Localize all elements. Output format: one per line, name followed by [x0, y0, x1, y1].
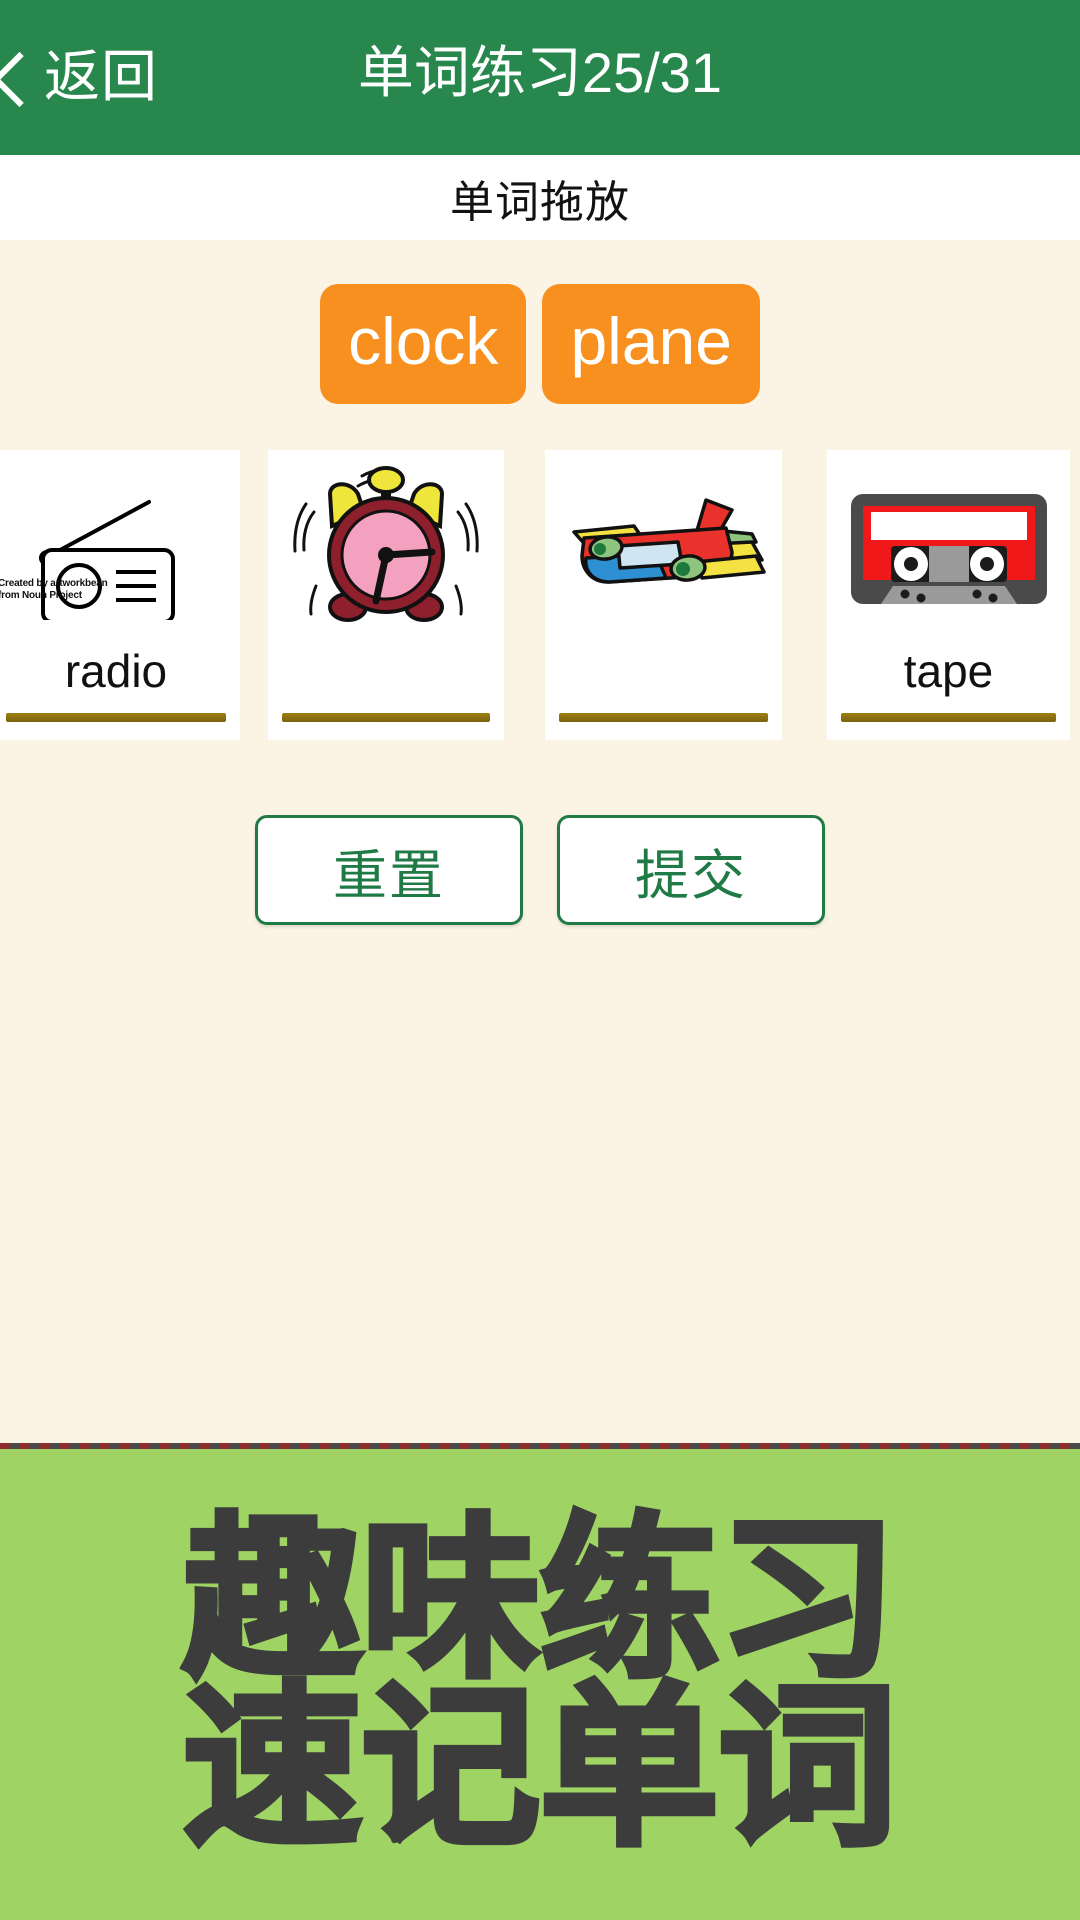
- word-tray: clock plane: [0, 284, 1080, 404]
- drop-slot-bar[interactable]: [6, 713, 226, 722]
- promo-banner-line-2: 速记单词: [180, 1666, 900, 1870]
- chevron-left-icon: [0, 56, 30, 98]
- submit-button[interactable]: 提交: [557, 815, 825, 925]
- drop-slot-bar[interactable]: [841, 713, 1056, 722]
- drop-slot-answer[interactable]: radio: [0, 648, 240, 700]
- action-bar: 重置 提交: [0, 815, 1080, 925]
- attribution-line-2: from Noun Project: [0, 589, 82, 601]
- back-button[interactable]: 返回: [0, 18, 158, 136]
- exercise-mode-label: 单词拖放: [450, 177, 630, 227]
- drop-slot-bar[interactable]: [282, 713, 490, 722]
- word-tile-clock[interactable]: clock: [320, 284, 527, 404]
- picture-card-radio[interactable]: Created by artworkbean from Noun Project…: [0, 450, 240, 740]
- promo-banner-line-1: 趣味练习: [180, 1498, 900, 1702]
- drop-slot-bar[interactable]: [559, 713, 768, 722]
- exercise-body: clock plane Created by artworkbean from …: [0, 240, 1080, 1445]
- word-tile-plane[interactable]: plane: [542, 284, 760, 404]
- picture-card-tape[interactable]: tape: [827, 450, 1070, 740]
- promo-banner: 趣味练习 速记单词: [0, 1449, 1080, 1920]
- app-header: 单词练习25/31 返回: [0, 0, 1080, 155]
- app-screen: 单词练习25/31 返回 单词拖放 clock plane Created by…: [0, 0, 1080, 1920]
- image-attribution: Created by artworkbean from Noun Project: [0, 578, 108, 601]
- attribution-line-1: Created by artworkbean: [0, 578, 108, 589]
- picture-card-clock[interactable]: [268, 450, 504, 740]
- drop-slot-answer[interactable]: tape: [827, 648, 1070, 700]
- picture-card-plane[interactable]: [545, 450, 782, 740]
- subtitle-band: 单词拖放: [0, 155, 1080, 240]
- page-title: 单词练习25/31: [357, 40, 723, 104]
- reset-button[interactable]: 重置: [255, 815, 523, 925]
- picture-card-row: Created by artworkbean from Noun Project…: [0, 450, 1080, 740]
- airplane-icon: [545, 450, 782, 650]
- back-button-label: 返回: [44, 45, 158, 108]
- cassette-tape-icon: [827, 450, 1070, 650]
- drop-slot-answer[interactable]: [545, 648, 782, 700]
- alarm-clock-icon: [268, 450, 504, 650]
- drop-slot-answer[interactable]: [268, 648, 504, 700]
- radio-icon: [0, 450, 240, 650]
